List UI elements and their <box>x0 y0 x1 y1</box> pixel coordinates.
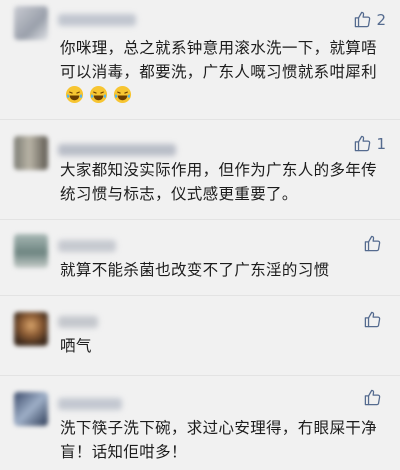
comment-item: 2 你咪理，总之就系钟意用滚水洗一下，就算唔可以消毒，都要洗，广东人嘅习惯就系咁… <box>0 0 400 120</box>
laugh-cry-emoji <box>65 85 84 104</box>
avatar[interactable] <box>14 234 48 268</box>
thumbs-up-icon <box>363 310 382 329</box>
like-count: 1 <box>376 134 386 153</box>
avatar[interactable] <box>14 312 48 346</box>
comment-text: 就算不能杀菌也改变不了广东淫的习惯 <box>60 261 330 279</box>
like-button[interactable] <box>363 388 386 407</box>
like-button[interactable] <box>363 310 386 329</box>
like-button[interactable] <box>363 234 386 253</box>
like-button[interactable]: 2 <box>353 10 386 29</box>
username[interactable] <box>58 398 122 410</box>
comment-text: 哂气 <box>60 337 92 355</box>
laugh-cry-emoji <box>113 85 132 104</box>
comment-item: 哂气 <box>0 296 400 376</box>
comment-text-body: 你咪理，总之就系钟意用滚水洗一下，就算唔可以消毒，都要洗，广东人嘅习惯就系咁犀利 <box>60 39 378 81</box>
like-button[interactable]: 1 <box>353 134 386 153</box>
like-count: 2 <box>376 10 386 29</box>
thumbs-up-icon <box>363 388 382 407</box>
avatar[interactable] <box>14 136 48 170</box>
username[interactable] <box>58 14 136 26</box>
username[interactable] <box>58 144 176 156</box>
comment-text: 洗下筷子洗下碗，求过心安理得，冇眼屎干净盲！话知佢咁多！ <box>60 419 378 461</box>
comment-text: 你咪理，总之就系钟意用滚水洗一下，就算唔可以消毒，都要洗，广东人嘅习惯就系咁犀利 <box>60 36 386 108</box>
thumbs-up-icon <box>353 134 372 153</box>
thumbs-up-icon <box>353 10 372 29</box>
comment-text: 大家都知没实际作用，但作为广东人的多年传统习惯与标志，仪式感更重要了。 <box>60 161 378 203</box>
thumbs-up-icon <box>363 234 382 253</box>
username[interactable] <box>58 240 116 252</box>
comment-list: 2 你咪理，总之就系钟意用滚水洗一下，就算唔可以消毒，都要洗，广东人嘅习惯就系咁… <box>0 0 400 470</box>
comment-item: 1 大家都知没实际作用，但作为广东人的多年传统习惯与标志，仪式感更重要了。 <box>0 120 400 220</box>
avatar[interactable] <box>14 392 48 426</box>
laugh-cry-emoji <box>89 85 108 104</box>
avatar[interactable] <box>14 6 48 40</box>
comment-item: 洗下筷子洗下碗，求过心安理得，冇眼屎干净盲！话知佢咁多！ <box>0 376 400 470</box>
username[interactable] <box>58 316 98 328</box>
comment-item: 就算不能杀菌也改变不了广东淫的习惯 <box>0 220 400 296</box>
